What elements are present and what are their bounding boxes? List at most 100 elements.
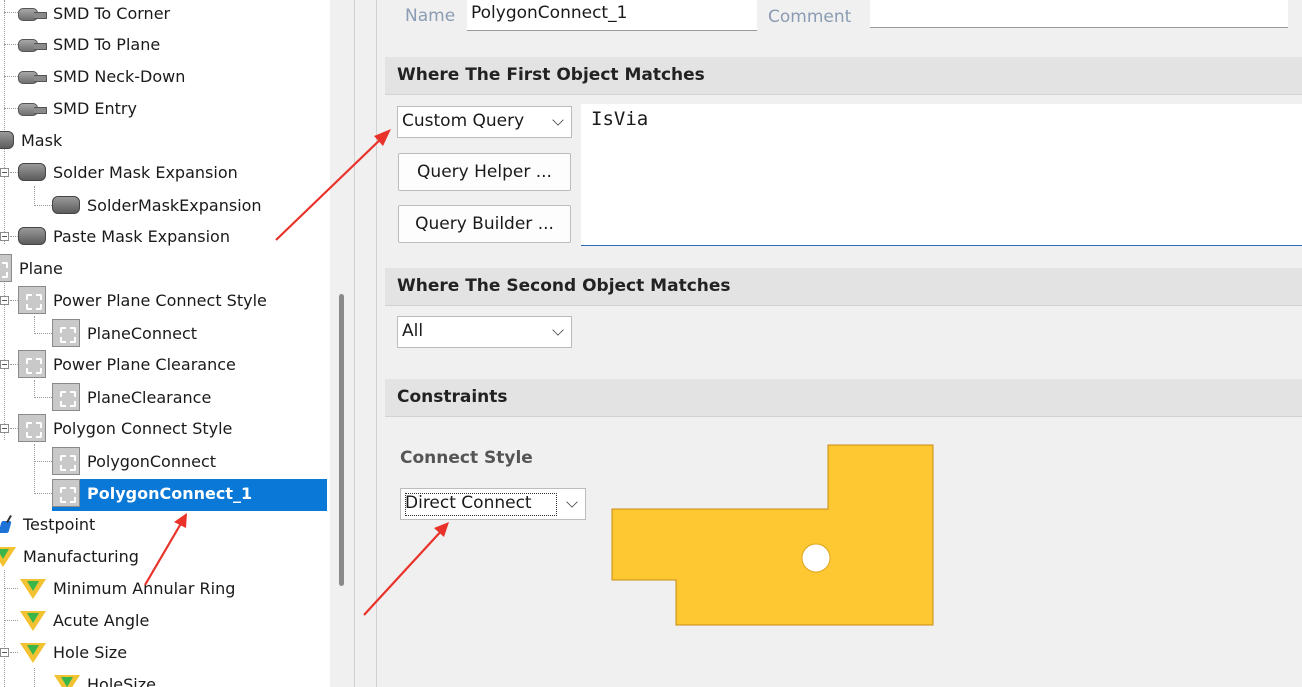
tree-connector [10,172,18,173]
plane-rule-icon [18,414,46,442]
smd-rule-icon [18,6,47,21]
comment-label: Comment [768,7,852,27]
manufacturing-category-icon [0,545,16,567]
tree-scrollbar-thumb[interactable] [339,294,344,586]
tree-item-manufacturing[interactable]: Manufacturing [0,543,142,569]
tree-connector [4,12,18,13]
collapse-toggle[interactable] [0,648,9,657]
tree-item-polygon-connect-style[interactable]: Polygon Connect Style [18,414,235,442]
plane-rule-icon [52,479,80,507]
testpoint-category-icon [0,515,16,533]
via-hole [801,543,831,573]
connect-style-dropdown[interactable]: Direct Connect [400,488,586,520]
rule-tree: SMD To Corner SMD To Plane SMD Neck-Down… [0,0,330,687]
tree-item-solder-mask-expansion[interactable]: Solder Mask Expansion [18,159,241,185]
tree-item-power-plane-connect-style[interactable]: Power Plane Connect Style [18,286,270,314]
tree-connector [34,493,52,494]
tree-connector [34,316,35,334]
tree-item-mask[interactable]: Mask [0,127,65,153]
tree-item-holesize[interactable]: HoleSize [52,671,159,687]
tree-connector [34,333,52,334]
tree-connector [4,44,18,45]
pane-splitter[interactable] [354,0,377,687]
mask-rule-icon [52,196,80,214]
tree-connector [34,205,52,206]
chevron-down-icon [552,114,564,126]
smd-rule-icon [18,37,47,52]
rule-editor-panel: Name PolygonConnect_1 Comment Where The … [377,0,1302,687]
mask-category-icon [0,131,14,149]
tree-connector [34,461,52,462]
manufacturing-rule-icon [18,641,46,663]
constraints-header: Constraints [385,379,1302,417]
connect-style-preview [611,444,934,626]
plane-rule-icon [52,319,80,347]
tree-item-power-plane-clearance[interactable]: Power Plane Clearance [18,350,239,378]
tree-connector [4,148,5,244]
query-text: IsVia [591,108,649,130]
tree-connector [10,652,18,653]
plane-rule-icon [18,350,46,378]
first-object-scope-value: Custom Query [402,111,525,131]
tree-connector [4,0,5,148]
chevron-down-icon [552,324,564,336]
second-object-scope-dropdown[interactable]: All [397,316,572,348]
first-object-header: Where The First Object Matches [385,57,1302,95]
tree-connector [4,76,18,77]
plane-rule-icon [52,447,80,475]
comment-field[interactable] [870,0,1288,28]
name-label: Name [405,6,456,26]
mask-rule-icon [18,163,46,181]
manufacturing-rule-icon [18,609,46,631]
tree-item-polygonconnect[interactable]: PolygonConnect [52,447,219,475]
tree-item-acute-angle[interactable]: Acute Angle [18,607,152,633]
query-editor[interactable]: IsVia [581,104,1302,246]
smd-rule-icon [18,101,47,116]
tree-connector [34,380,35,398]
tree-item-smd-to-plane[interactable]: SMD To Plane [18,31,163,57]
tree-connector [34,397,52,398]
tree-item-smd-entry[interactable]: SMD Entry [18,95,140,121]
second-object-header: Where The Second Object Matches [385,268,1302,306]
plane-rule-icon [18,286,46,314]
tree-item-testpoint[interactable]: Testpoint [0,511,98,537]
tree-connector [34,668,35,687]
collapse-toggle[interactable] [0,168,9,177]
tree-item-smd-neck-down[interactable]: SMD Neck-Down [18,63,188,89]
manufacturing-rule-icon [18,577,46,599]
tree-connector [34,444,35,494]
focus-rectangle [405,493,557,516]
chevron-down-icon [566,496,578,508]
manufacturing-rule-icon [52,673,80,687]
polygon-pour-shape [611,444,934,626]
tree-connector [10,364,18,365]
name-field[interactable]: PolygonConnect_1 [467,0,757,31]
tree-connector [4,620,18,621]
tree-item-planeclearance[interactable]: PlaneClearance [52,383,214,411]
tree-connector [10,300,18,301]
mask-rule-icon [18,227,46,245]
smd-rule-icon [18,69,47,84]
tree-connector [10,428,18,429]
tree-item-hole-size[interactable]: Hole Size [18,639,130,665]
tree-item-smd-to-corner[interactable]: SMD To Corner [18,0,173,26]
tree-item-planeconnect[interactable]: PlaneConnect [52,319,200,347]
tree-connector [4,588,18,589]
query-builder-button[interactable]: Query Builder ... [398,205,571,243]
tree-connector [4,108,18,109]
collapse-toggle[interactable] [0,232,9,241]
collapse-toggle[interactable] [0,424,9,433]
plane-category-icon [0,254,12,282]
tree-item-paste-mask-expansion[interactable]: Paste Mask Expansion [18,223,233,249]
tree-item-plane[interactable]: Plane [0,254,66,282]
tree-connector [34,186,35,206]
first-object-scope-dropdown[interactable]: Custom Query [397,106,572,138]
tree-item-minimum-annular-ring[interactable]: Minimum Annular Ring [18,575,238,601]
collapse-toggle[interactable] [0,296,9,305]
plane-rule-icon [52,383,80,411]
tree-item-polygonconnect-1[interactable]: PolygonConnect_1 [52,479,256,507]
tree-connector [10,236,18,237]
query-helper-button[interactable]: Query Helper ... [398,153,571,191]
tree-item-soldermaskexpansion[interactable]: SolderMaskExpansion [52,192,265,218]
collapse-toggle[interactable] [0,360,9,369]
